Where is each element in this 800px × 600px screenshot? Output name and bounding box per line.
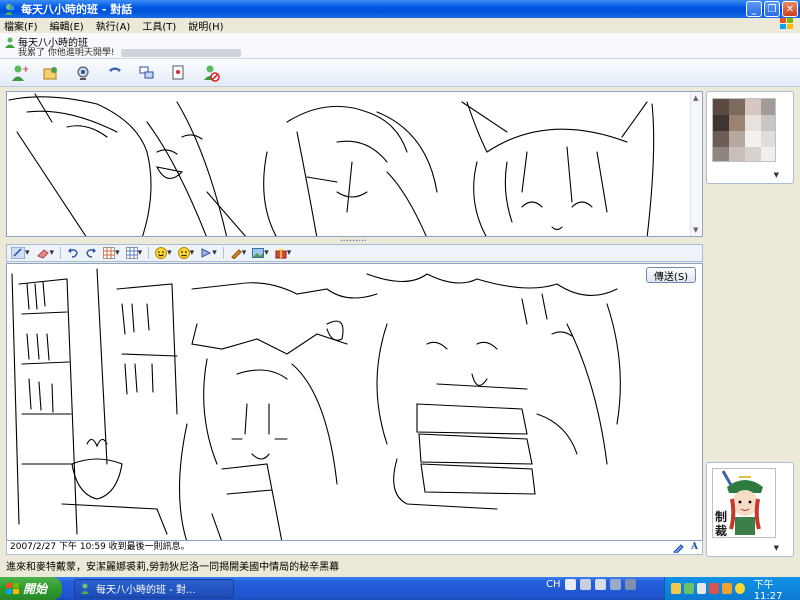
contact-status-message: 我累了 你他進明天開學! xyxy=(18,48,115,58)
toolbar-separator xyxy=(222,247,224,259)
ad-text[interactable]: 進來和麥特戴蒙，安潔麗娜裘莉,勞勃狄尼洛一同揭開美國中情局的秘辛黑幕 xyxy=(6,562,339,573)
ad-notification-bar[interactable]: 進來和麥特戴蒙，安潔麗娜裘莉,勞勃狄尼洛一同揭開美國中情局的秘辛黑幕 xyxy=(0,559,800,577)
tray-app-icon[interactable] xyxy=(722,583,732,594)
block-icon[interactable] xyxy=(200,62,222,84)
sticker-text-2: 裁 xyxy=(715,523,727,538)
handwriting-tab-icon[interactable] xyxy=(673,542,684,558)
handwriting-drawing-received xyxy=(8,93,655,236)
handwriting-drawing-compose xyxy=(11,268,621,540)
windows-flag-icon xyxy=(780,18,794,33)
tray-network-icon[interactable] xyxy=(696,583,707,594)
tray-folder-icon[interactable] xyxy=(671,583,681,594)
received-scrollbar[interactable]: ▲ ▼ xyxy=(690,92,702,236)
messenger-icon xyxy=(5,3,15,15)
svg-text:+: + xyxy=(22,65,28,75)
windows-flag-icon xyxy=(6,582,19,594)
system-tray: 下午 11:27 xyxy=(664,577,800,600)
activities-icon[interactable] xyxy=(136,62,158,84)
tray-messenger-icon[interactable] xyxy=(683,583,694,594)
compose-toolbar: ▾ ▾ ▾ ▾ ▾ ▾ ▾ ▾ ▾ ▾ xyxy=(6,244,703,262)
menu-actions[interactable]: 執行(A) xyxy=(96,18,131,33)
taskbar-window-button[interactable]: 每天八小時的班 - 對... xyxy=(74,579,234,598)
send-files-icon[interactable] xyxy=(40,62,62,84)
start-button[interactable]: 開始 xyxy=(0,577,62,600)
menu-edit[interactable]: 編輯(E) xyxy=(50,18,84,33)
menu-bar: 檔案(F) 編輯(E) 執行(A) 工具(T) 說明(H) xyxy=(0,18,800,33)
toolbar-separator xyxy=(148,247,150,259)
keyboard-icon[interactable] xyxy=(579,579,591,590)
pane-resize-grip[interactable] xyxy=(340,239,366,242)
own-avatar-menu-arrow-icon[interactable]: ▼ xyxy=(774,544,779,552)
handwriting-mode-icon[interactable]: ▾ xyxy=(11,246,30,260)
ime-icon[interactable] xyxy=(564,579,576,590)
paper-style-icon[interactable]: ▾ xyxy=(125,246,142,260)
language-bar[interactable]: CH xyxy=(546,579,636,590)
avatar-menu-arrow-icon[interactable]: ▼ xyxy=(774,171,779,179)
handwriting-compose-pane[interactable]: 傳送(S) xyxy=(6,263,703,541)
gift-icon[interactable]: ▾ xyxy=(275,246,291,260)
toolbar-separator xyxy=(60,247,62,259)
menu-tools[interactable]: 工具(T) xyxy=(142,18,176,33)
tray-smiley-icon[interactable] xyxy=(734,583,745,594)
sticker-text-1: 制 xyxy=(715,509,727,524)
last-message-text: 2007/2/27 下午 10:59 收到最後一則訊息。 xyxy=(10,542,190,552)
contact-status-icon xyxy=(5,37,15,48)
text-tab-icon[interactable]: A xyxy=(691,541,698,554)
action-toolbar: + xyxy=(0,59,800,87)
contact-header: 每天八小時的班 我累了 你他進明天開學! xyxy=(0,33,800,59)
undo-icon[interactable] xyxy=(67,246,79,260)
ime-options-icon[interactable] xyxy=(594,579,606,590)
send-button[interactable]: 傳送(S) xyxy=(646,267,696,283)
pen-color-icon[interactable]: ▾ xyxy=(230,246,246,260)
contact-status-row: 我累了 你他進明天開學! xyxy=(18,45,242,58)
blurred-email xyxy=(121,48,242,57)
taskbar-window-label: 每天八小時的班 - 對... xyxy=(96,585,196,596)
last-message-status: 2007/2/27 下午 10:59 收到最後一則訊息。 A xyxy=(6,541,703,555)
own-display-picture-panel: 制 裁 ▼ xyxy=(706,462,794,557)
title-bar: 每天八小時的班 - 對話 _ ❐ ✕ xyxy=(0,0,800,18)
language-options-icon[interactable] xyxy=(624,579,636,590)
call-icon[interactable] xyxy=(104,62,126,84)
windows-taskbar: 開始 每天八小時的班 - 對... CH 下午 11:27 xyxy=(0,577,800,600)
input-language[interactable]: CH xyxy=(546,579,561,590)
tray-clock[interactable]: 下午 11:27 xyxy=(754,576,800,600)
window-title: 每天八小時的班 - 對話 xyxy=(21,3,133,16)
tray-security-icon[interactable] xyxy=(709,583,720,594)
wink-icon[interactable]: ▾ xyxy=(177,246,194,260)
games-icon[interactable] xyxy=(168,62,190,84)
scroll-up-arrow-icon[interactable]: ▲ xyxy=(693,94,698,102)
redo-icon[interactable] xyxy=(85,246,97,260)
conversation-history-pane[interactable]: ▲ ▼ xyxy=(6,91,703,237)
background-grid-icon[interactable]: ▾ xyxy=(103,246,120,260)
contact-display-picture-panel: ▼ xyxy=(706,91,794,184)
menu-help[interactable]: 說明(H) xyxy=(188,18,223,33)
own-avatar[interactable]: 制 裁 xyxy=(712,468,776,538)
messenger-icon xyxy=(81,583,89,594)
start-label: 開始 xyxy=(23,582,48,596)
invite-contact-icon[interactable]: + xyxy=(8,62,30,84)
minimize-button[interactable]: _ xyxy=(746,1,762,17)
webcam-icon[interactable] xyxy=(72,62,94,84)
close-button[interactable]: ✕ xyxy=(782,1,798,17)
eraser-icon[interactable]: ▾ xyxy=(36,246,54,260)
contact-avatar[interactable] xyxy=(712,98,776,162)
emoticon-icon[interactable]: ▾ xyxy=(155,246,172,260)
scroll-down-arrow-icon[interactable]: ▼ xyxy=(693,226,698,234)
help-icon[interactable] xyxy=(609,579,621,590)
image-icon[interactable]: ▾ xyxy=(252,246,269,260)
menu-file[interactable]: 檔案(F) xyxy=(4,18,38,33)
nudge-icon[interactable]: ▾ xyxy=(200,246,217,260)
maximize-button[interactable]: ❐ xyxy=(764,1,780,17)
